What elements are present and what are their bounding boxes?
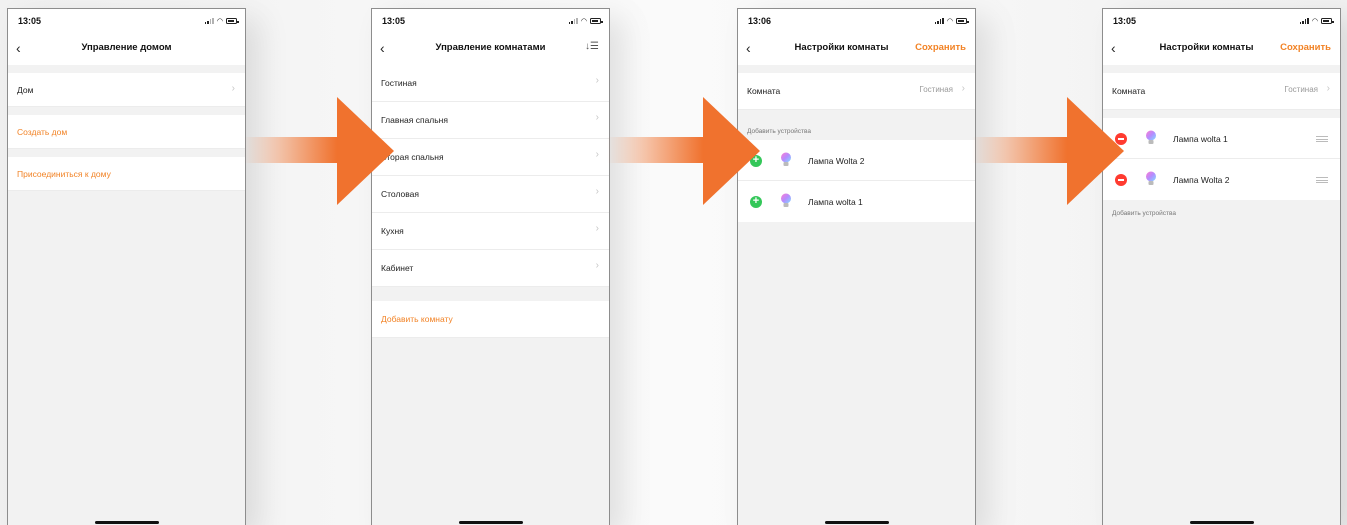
page-title: Управление комнатами <box>435 42 546 53</box>
signal-icon <box>204 18 214 24</box>
flow-arrow-2 <box>607 97 760 206</box>
status-bar: 13:06 ◠ <box>738 9 975 31</box>
create-home-button[interactable]: Создать дом <box>8 115 245 149</box>
room-item-label: Кабинет <box>381 263 414 273</box>
room-field-value: Гостиная <box>1284 85 1318 94</box>
home-indicator <box>458 521 523 524</box>
nav-bar: ‹ Управление комнатами ↓☰ <box>372 31 609 65</box>
sort-icon[interactable]: ↓☰ <box>585 41 599 52</box>
wifi-icon: ◠ <box>1311 18 1318 25</box>
bulb-icon <box>1146 130 1156 144</box>
nav-bar: ‹ Управление домом <box>8 31 245 65</box>
save-button[interactable]: Сохранить <box>915 42 966 53</box>
status-bar: 13:05 ◠ <box>372 9 609 31</box>
section-header: Добавить устройства <box>747 128 812 135</box>
bulb-icon <box>1146 171 1156 185</box>
battery-icon <box>226 18 239 24</box>
list-item-label: Дом <box>17 84 34 95</box>
chevron-right-icon: › <box>961 83 965 94</box>
signal-icon <box>568 18 578 24</box>
bulb-icon <box>781 152 791 166</box>
room-item[interactable]: Гостиная › <box>372 65 609 102</box>
device-row: Лампа Wolta 2 <box>1103 159 1340 200</box>
room-field-label: Комната <box>1112 86 1146 96</box>
room-selector[interactable]: Комната Гостиная › <box>738 73 975 110</box>
bulb-icon <box>781 193 791 207</box>
chevron-right-icon: › <box>1326 83 1330 94</box>
phone-screen-room-settings-added: 13:05 ◠ ‹ Настройки комнаты Сохранить Ко… <box>1102 8 1341 525</box>
phone-screen-room-management: 13:05 ◠ ‹ Управление комнатами ↓☰ Гостин… <box>371 8 610 525</box>
wifi-icon: ◠ <box>216 18 223 25</box>
room-item[interactable]: Вторая спальня › <box>372 139 609 176</box>
signal-icon <box>934 18 944 24</box>
phone-screen-home-management: 13:05 ◠ ‹ Управление домом Дом › Создать… <box>7 8 246 525</box>
room-item[interactable]: Кабинет › <box>372 250 609 287</box>
status-bar: 13:05 ◠ <box>8 9 245 31</box>
home-indicator <box>824 521 889 524</box>
device-name: Лампа wolta 1 <box>808 197 863 207</box>
page-title: Управление домом <box>81 42 172 53</box>
chevron-right-icon: › <box>595 75 599 86</box>
back-chevron-icon[interactable]: ‹ <box>746 40 751 56</box>
section-header: Добавить устройства <box>1112 210 1177 217</box>
room-item-label: Гостиная <box>381 78 417 88</box>
status-time: 13:05 <box>18 16 42 26</box>
add-room-label: Добавить комнату <box>381 314 453 324</box>
device-list: + Лампа Wolta 2 + Лампа wolta 1 <box>738 140 975 222</box>
save-button[interactable]: Сохранить <box>1280 42 1331 53</box>
room-field-label: Комната <box>747 86 781 96</box>
drag-handle-icon[interactable] <box>1316 136 1328 142</box>
home-indicator <box>94 521 159 524</box>
join-home-label: Присоединиться к дому <box>17 168 111 179</box>
status-time: 13:06 <box>748 16 772 26</box>
home-indicator <box>1189 521 1254 524</box>
room-item[interactable]: Главная спальня › <box>372 102 609 139</box>
device-name: Лампа Wolta 2 <box>808 156 865 166</box>
device-name: Лампа Wolta 2 <box>1173 175 1230 185</box>
signal-icon <box>1299 18 1309 24</box>
drag-handle-icon[interactable] <box>1316 177 1328 183</box>
page-title: Настройки комнаты <box>794 42 889 53</box>
status-bar: 13:05 ◠ <box>1103 9 1340 31</box>
page-title: Настройки комнаты <box>1159 42 1254 53</box>
device-row: Лампа wolta 1 <box>1103 118 1340 159</box>
room-selector[interactable]: Комната Гостиная › <box>1103 73 1340 110</box>
status-time: 13:05 <box>1113 16 1137 26</box>
nav-bar: ‹ Настройки комнаты Сохранить <box>738 31 975 65</box>
create-home-label: Создать дом <box>17 126 68 137</box>
battery-icon <box>1321 18 1334 24</box>
chevron-right-icon: › <box>595 223 599 234</box>
wifi-icon: ◠ <box>580 18 587 25</box>
room-item[interactable]: Столовая › <box>372 176 609 213</box>
add-room-button[interactable]: Добавить комнату <box>372 301 609 338</box>
wifi-icon: ◠ <box>946 18 953 25</box>
room-item-label: Кухня <box>381 226 404 236</box>
chevron-right-icon: › <box>595 260 599 271</box>
battery-icon <box>590 18 603 24</box>
phone-screen-room-settings-add: 13:06 ◠ ‹ Настройки комнаты Сохранить Ко… <box>737 8 976 525</box>
status-time: 13:05 <box>382 16 406 26</box>
nav-bar: ‹ Настройки комнаты Сохранить <box>1103 31 1340 65</box>
battery-icon <box>956 18 969 24</box>
flow-arrow-1 <box>244 97 394 206</box>
join-home-button[interactable]: Присоединиться к дому <box>8 157 245 191</box>
back-chevron-icon[interactable]: ‹ <box>1111 40 1116 56</box>
chevron-right-icon: › <box>595 149 599 160</box>
chevron-right-icon: › <box>231 83 235 94</box>
device-name: Лампа wolta 1 <box>1173 134 1228 144</box>
room-field-value: Гостиная <box>919 85 953 94</box>
list-item-home[interactable]: Дом › <box>8 73 245 107</box>
room-item[interactable]: Кухня › <box>372 213 609 250</box>
chevron-right-icon: › <box>595 112 599 123</box>
device-list: Лампа wolta 1 Лампа Wolta 2 <box>1103 118 1340 200</box>
flow-arrow-3 <box>972 97 1124 206</box>
device-row: + Лампа wolta 1 <box>738 181 975 222</box>
chevron-right-icon: › <box>595 186 599 197</box>
device-row: + Лампа Wolta 2 <box>738 140 975 181</box>
